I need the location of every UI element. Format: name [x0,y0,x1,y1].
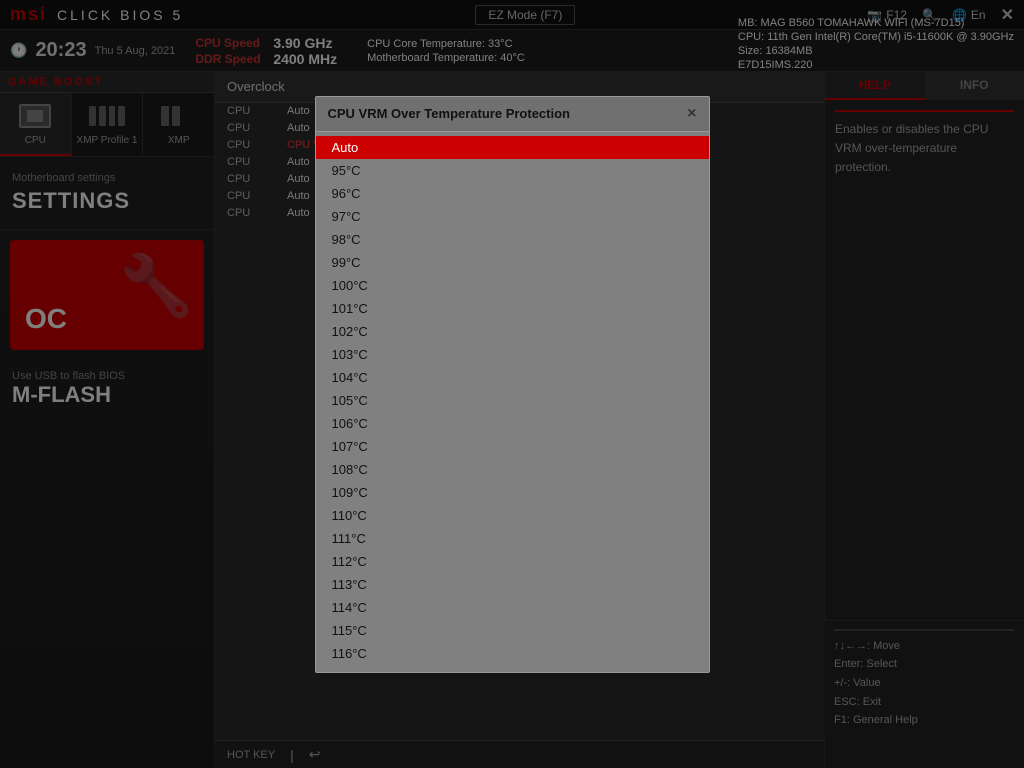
dropdown-item[interactable]: 101°C [316,297,709,320]
modal-body[interactable]: Auto95°C96°C97°C98°C99°C100°C101°C102°C1… [316,132,709,672]
dropdown-item[interactable]: 117°C [316,665,709,672]
dropdown-item[interactable]: 104°C [316,366,709,389]
dropdown-item[interactable]: 109°C [316,481,709,504]
dropdown-item[interactable]: 115°C [316,619,709,642]
dropdown-item[interactable]: 96°C [316,182,709,205]
dropdown-item[interactable]: 112°C [316,550,709,573]
dropdown-item[interactable]: 108°C [316,458,709,481]
dropdown-item[interactable]: 95°C [316,159,709,182]
modal-close-button[interactable]: × [687,105,696,123]
dropdown-item[interactable]: 97°C [316,205,709,228]
modal-overlay[interactable]: CPU VRM Over Temperature Protection × Au… [0,0,1024,768]
dropdown-item[interactable]: 103°C [316,343,709,366]
dropdown-item[interactable]: 106°C [316,412,709,435]
dropdown-item[interactable]: 110°C [316,504,709,527]
modal-header: CPU VRM Over Temperature Protection × [316,97,709,132]
dropdown-item[interactable]: 107°C [316,435,709,458]
dropdown-item[interactable]: Auto [316,136,709,159]
dropdown-item[interactable]: 100°C [316,274,709,297]
dropdown-item[interactable]: 111°C [316,527,709,550]
temperature-modal: CPU VRM Over Temperature Protection × Au… [315,96,710,673]
modal-title: CPU VRM Over Temperature Protection [328,106,570,121]
dropdown-item[interactable]: 98°C [316,228,709,251]
dropdown-item[interactable]: 102°C [316,320,709,343]
dropdown-item[interactable]: 114°C [316,596,709,619]
dropdown-item[interactable]: 105°C [316,389,709,412]
dropdown-item[interactable]: 99°C [316,251,709,274]
dropdown-item[interactable]: 116°C [316,642,709,665]
dropdown-item[interactable]: 113°C [316,573,709,596]
